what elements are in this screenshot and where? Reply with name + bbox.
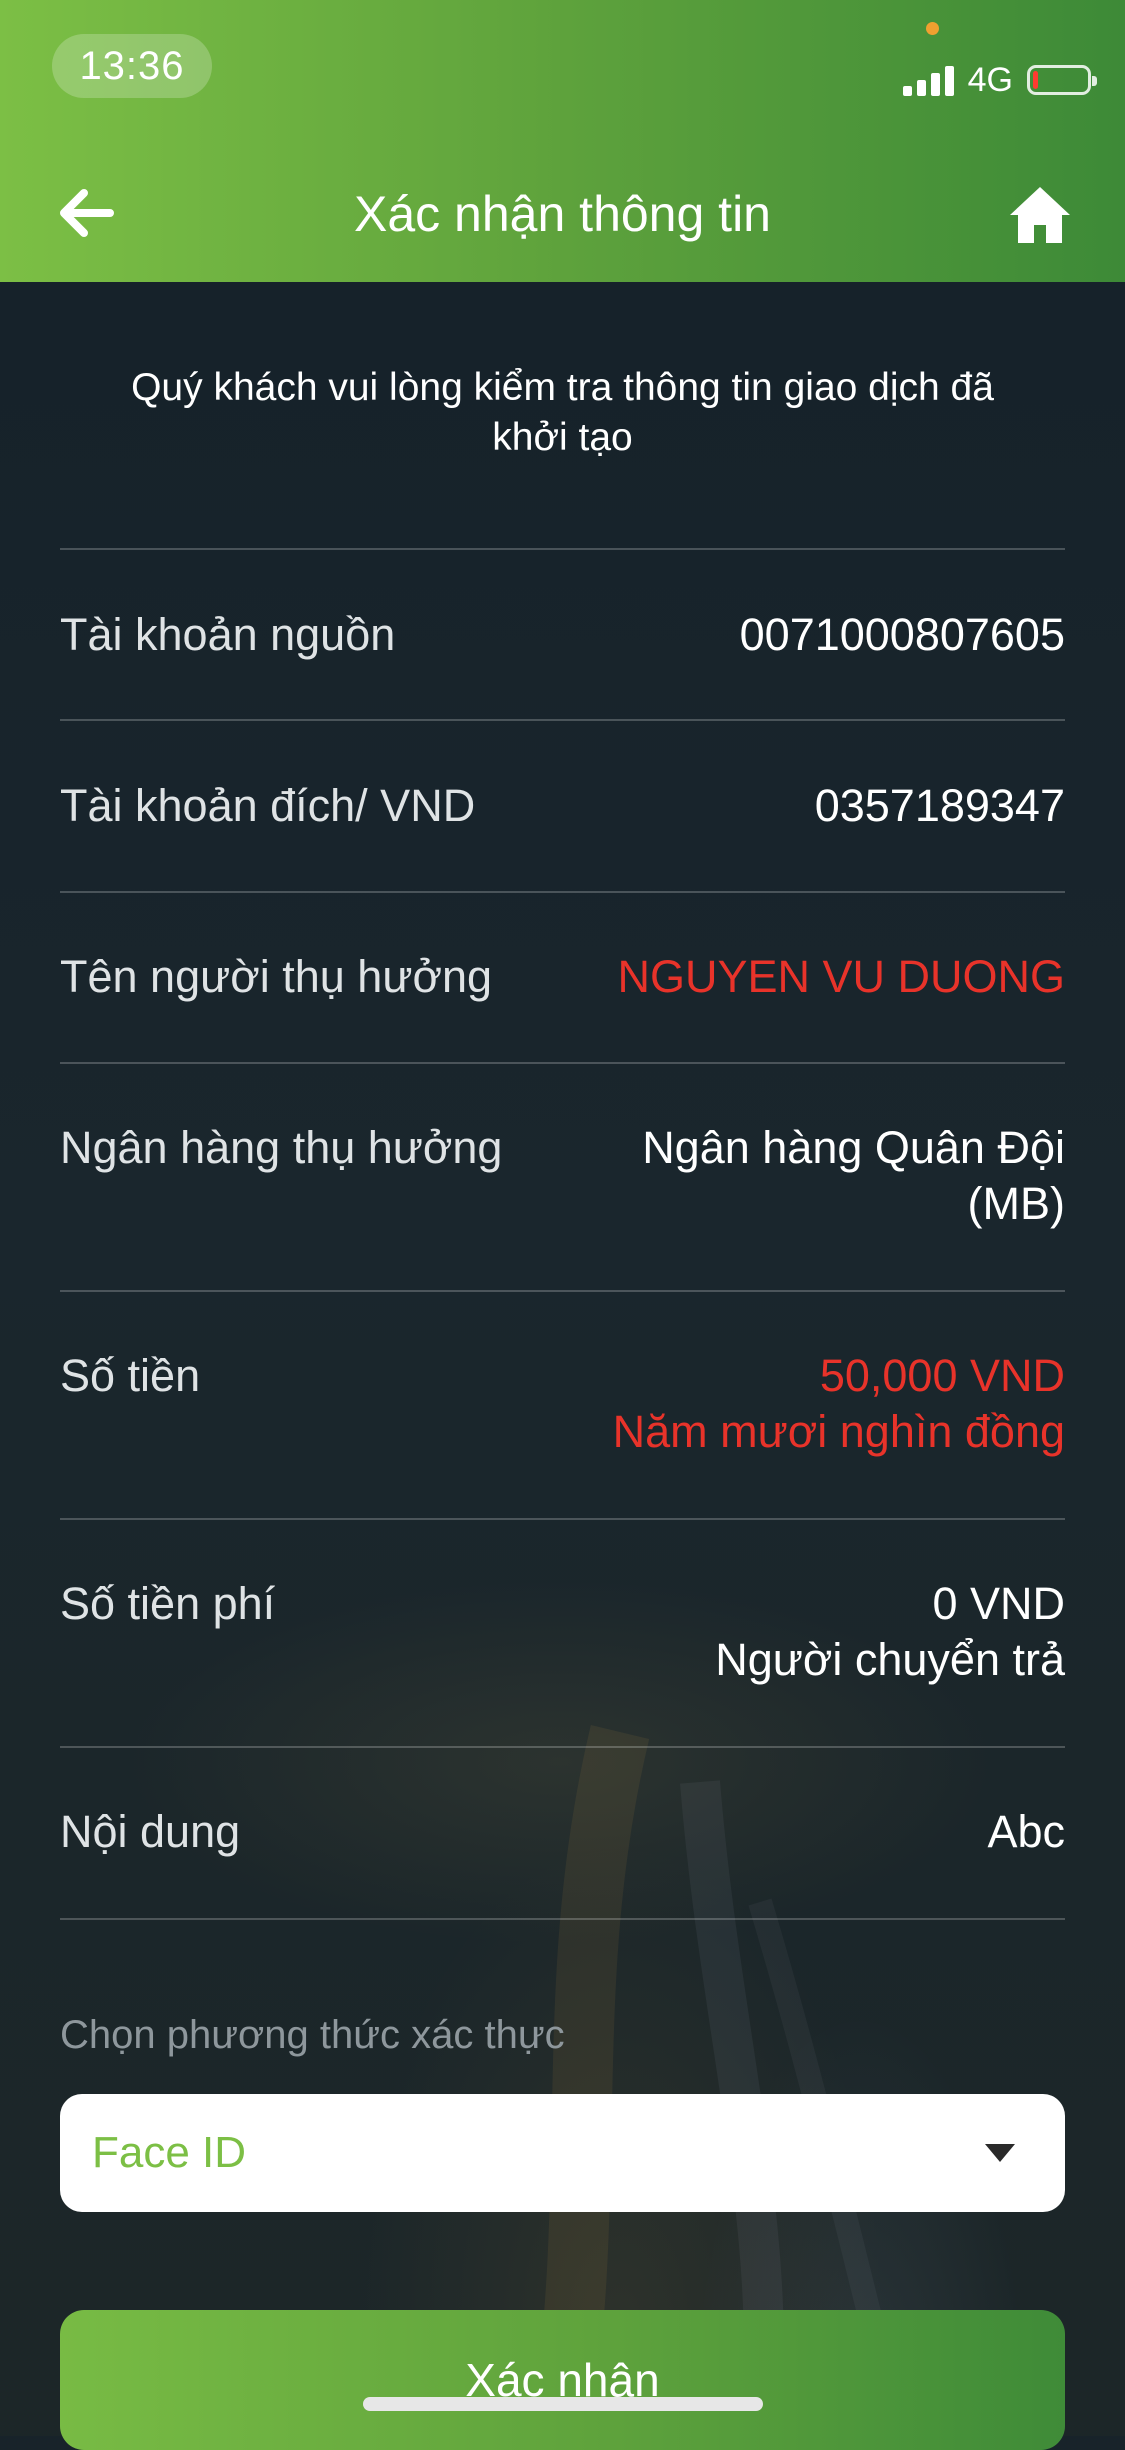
arrow-left-icon bbox=[60, 189, 114, 237]
fee-value: 0 VND bbox=[932, 1578, 1065, 1629]
dest-account-label: Tài khoản đích/ VND bbox=[60, 780, 476, 831]
confirm-button[interactable]: Xác nhận bbox=[60, 2310, 1065, 2450]
source-account-value: 0071000807605 bbox=[739, 609, 1065, 660]
chevron-down-icon bbox=[985, 2144, 1015, 2162]
divider bbox=[60, 719, 1065, 721]
divider bbox=[60, 1062, 1065, 1064]
content-label: Nội dung bbox=[60, 1806, 241, 1857]
battery-cap bbox=[1092, 76, 1097, 86]
dest-account-value: 0357189347 bbox=[814, 780, 1065, 831]
home-button[interactable] bbox=[1008, 185, 1072, 245]
status-icons: 4G bbox=[902, 56, 1097, 104]
signal-icon bbox=[902, 64, 954, 96]
divider bbox=[60, 1746, 1065, 1748]
divider bbox=[60, 1918, 1065, 1920]
amount-value: 50,000 VND bbox=[819, 1350, 1065, 1401]
amount-label: Số tiền bbox=[60, 1350, 201, 1401]
divider bbox=[60, 891, 1065, 893]
fee-label: Số tiền phí bbox=[60, 1578, 276, 1629]
source-account-label: Tài khoản nguồn bbox=[60, 609, 396, 660]
battery-icon bbox=[1027, 65, 1097, 95]
fee-payer: Người chuyển trả bbox=[715, 1634, 1065, 1685]
privacy-indicator-dot bbox=[926, 22, 939, 35]
home-indicator[interactable] bbox=[363, 2397, 763, 2411]
intro-text: Quý khách vui lòng kiểm tra thông tin gi… bbox=[131, 366, 994, 459]
beneficiary-bank-label: Ngân hàng thụ hưởng bbox=[60, 1122, 503, 1173]
amount-value-group: 50,000 VND Năm mươi nghìn đồng bbox=[505, 1348, 1065, 1460]
auth-method-select[interactable]: Face ID bbox=[60, 2094, 1065, 2212]
beneficiary-name-label: Tên người thụ hưởng bbox=[60, 951, 493, 1002]
app-header: 13:36 4G Xác nhận thông tin bbox=[0, 0, 1125, 282]
auth-method-selected: Face ID bbox=[92, 2128, 247, 2177]
content-value: Abc bbox=[987, 1806, 1065, 1857]
fee-value-group: 0 VND Người chuyển trả bbox=[505, 1576, 1065, 1688]
divider bbox=[60, 1518, 1065, 1520]
beneficiary-name-value: NGUYEN VU DUONG bbox=[617, 951, 1065, 1002]
page-title: Xác nhận thông tin bbox=[354, 186, 771, 242]
home-icon bbox=[1010, 187, 1070, 243]
divider bbox=[60, 548, 1065, 550]
back-button[interactable] bbox=[56, 183, 116, 243]
network-type: 4G bbox=[967, 60, 1013, 99]
divider bbox=[60, 1290, 1065, 1292]
beneficiary-bank-value: Ngân hàng Quân Đội (MB) bbox=[642, 1122, 1065, 1229]
auth-method-label: Chọn phương thức xác thực bbox=[60, 2013, 565, 2057]
amount-in-words: Năm mươi nghìn đồng bbox=[612, 1406, 1065, 1457]
battery-level-fill bbox=[1033, 71, 1038, 89]
status-time: 13:36 bbox=[52, 34, 212, 98]
